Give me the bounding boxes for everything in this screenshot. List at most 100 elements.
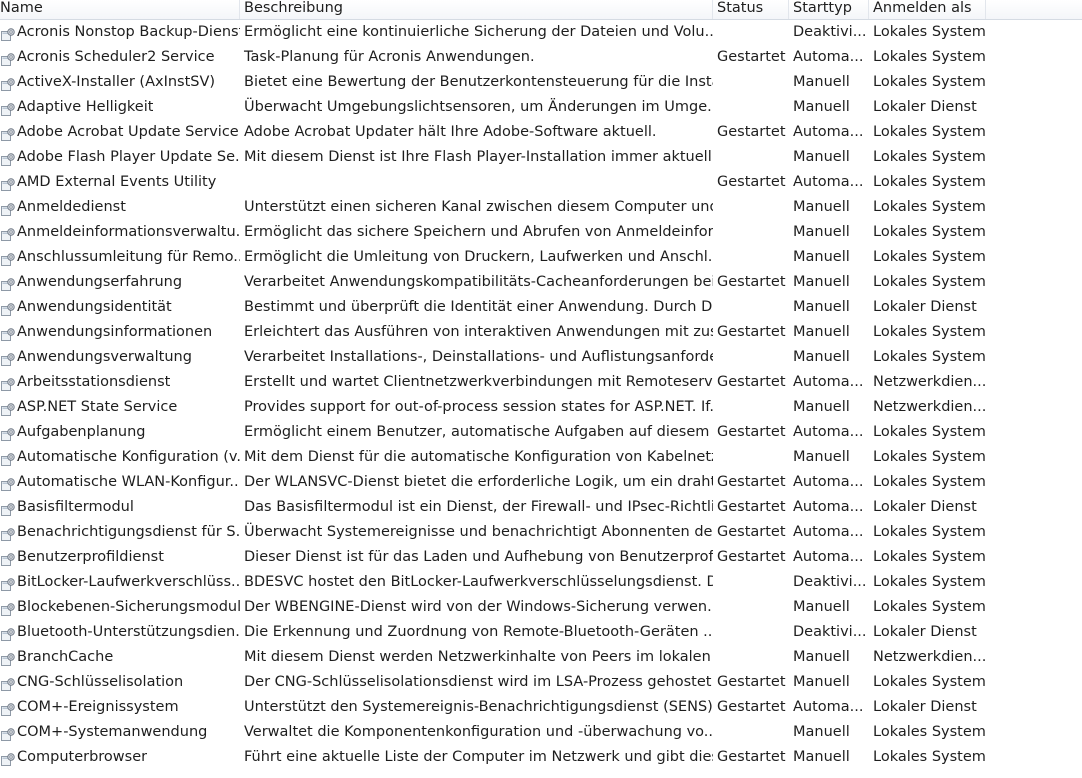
service-description: Erleichtert das Ausführen von interaktiv…	[244, 324, 713, 340]
service-name: Arbeitsstationsdienst	[17, 374, 171, 390]
service-name: Bluetooth-Unterstützungsdien...	[17, 624, 240, 640]
service-status	[713, 395, 789, 420]
table-row[interactable]: Anwendungserfahrung Verarbeitet Anwendung…	[0, 270, 1082, 295]
service-status	[713, 595, 789, 620]
service-startup-type: Manuell	[793, 149, 850, 165]
table-row[interactable]: ASP.NET State Service Provides support fo…	[0, 395, 1082, 420]
table-row[interactable]: Anmeldedienst Unterstützt einen sicheren …	[0, 195, 1082, 220]
table-row[interactable]: Anschlussumleitung für Remo... Ermöglicht…	[0, 245, 1082, 270]
service-log-on-as: Lokales System	[873, 274, 986, 290]
column-header-status[interactable]: Status	[713, 0, 789, 19]
service-status: Gestartet	[717, 549, 786, 565]
service-startup-type: Manuell	[793, 749, 850, 765]
service-description: Mit dem Dienst für die automatische Konf…	[244, 449, 713, 465]
table-row[interactable]: Computerbrowser Führt eine aktuelle Liste…	[0, 745, 1082, 770]
table-row[interactable]: Automatische Konfiguration (v... Mit dem …	[0, 445, 1082, 470]
service-rows: Acronis Nonstop Backup-Dienst Ermöglicht …	[0, 20, 1082, 770]
table-row[interactable]: ActiveX-Installer (AxInstSV) Bietet eine …	[0, 70, 1082, 95]
table-row[interactable]: Arbeitsstationsdienst Erstellt und wartet…	[0, 370, 1082, 395]
service-name: Adobe Acrobat Update Service	[17, 124, 239, 140]
table-row[interactable]: Aufgabenplanung Ermöglicht einem Benutzer…	[0, 420, 1082, 445]
service-description: Das Basisfiltermodul ist ein Dienst, der…	[244, 499, 713, 515]
service-name-cell: ActiveX-Installer (AxInstSV)	[0, 70, 240, 95]
service-log-on-as: Lokales System	[873, 674, 986, 690]
column-header-startup-type[interactable]: Starttyp	[789, 0, 869, 19]
table-row[interactable]: Automatische WLAN-Konfigur... Der WLANSVC…	[0, 470, 1082, 495]
table-row[interactable]: AMD External Events Utility Gestartet Auto…	[0, 170, 1082, 195]
service-name-cell: CNG-Schlüsselisolation	[0, 670, 240, 695]
service-description: Unterstützt den Systemereignis-Benachric…	[244, 699, 713, 715]
service-status: Gestartet	[717, 174, 786, 190]
service-name: Benachrichtigungsdienst für S...	[17, 524, 240, 540]
table-row[interactable]: Anwendungsinformationen Erleichtert das A…	[0, 320, 1082, 345]
service-gear-icon	[1, 226, 15, 241]
service-name-cell: Aufgabenplanung	[0, 420, 240, 445]
table-row[interactable]: Adaptive Helligkeit Überwacht Umgebungsli…	[0, 95, 1082, 120]
service-name-cell: Adobe Acrobat Update Service	[0, 120, 240, 145]
service-log-on-as: Lokales System	[873, 574, 986, 590]
table-row[interactable]: Acronis Nonstop Backup-Dienst Ermöglicht …	[0, 20, 1082, 45]
table-row[interactable]: Benachrichtigungsdienst für S... Überwach…	[0, 520, 1082, 545]
service-name: Aufgabenplanung	[17, 424, 146, 440]
service-name-cell: BranchCache	[0, 645, 240, 670]
table-row[interactable]: BranchCache Mit diesem Dienst werden Netz…	[0, 645, 1082, 670]
service-description: Mit diesem Dienst werden Netzwerkinhalte…	[244, 649, 713, 665]
service-gear-icon	[1, 476, 15, 491]
table-row[interactable]: Anmeldeinformationsverwaltu... Ermöglicht…	[0, 220, 1082, 245]
column-header-log-on-as[interactable]: Anmelden als	[869, 0, 986, 19]
column-header-name[interactable]: Name	[0, 0, 240, 19]
service-name-cell: Anwendungsverwaltung	[0, 345, 240, 370]
service-name: Blockebenen-Sicherungsmodul	[17, 599, 240, 615]
service-startup-type: Automa...	[793, 174, 864, 190]
table-row[interactable]: BitLocker-Laufwerkverschlüss... BDESVC ho…	[0, 570, 1082, 595]
service-status: Gestartet	[717, 749, 786, 765]
table-row[interactable]: Adobe Acrobat Update Service Adobe Acroba…	[0, 120, 1082, 145]
table-row[interactable]: Acronis Scheduler2 Service Task-Planung f…	[0, 45, 1082, 70]
service-gear-icon	[1, 326, 15, 341]
service-status	[713, 295, 789, 320]
service-startup-type: Automa...	[793, 424, 864, 440]
service-description: Verarbeitet Anwendungskompatibilitäts-Ca…	[244, 274, 713, 290]
table-row[interactable]: Benutzerprofildienst Dieser Dienst ist fü…	[0, 545, 1082, 570]
service-name: Anmeldeinformationsverwaltu...	[17, 224, 240, 240]
service-name-cell: Anwendungserfahrung	[0, 270, 240, 295]
table-row[interactable]: COM+-Systemanwendung Verwaltet die Kompon…	[0, 720, 1082, 745]
table-row[interactable]: Anwendungsidentität Bestimmt und überprüf…	[0, 295, 1082, 320]
table-row[interactable]: Basisfiltermodul Das Basisfiltermodul ist…	[0, 495, 1082, 520]
table-row[interactable]: Blockebenen-Sicherungsmodul Der WBENGINE-…	[0, 595, 1082, 620]
service-status: Gestartet	[717, 274, 786, 290]
service-name-cell: Automatische WLAN-Konfigur...	[0, 470, 240, 495]
table-row[interactable]: Anwendungsverwaltung Verarbeitet Installa…	[0, 345, 1082, 370]
service-status: Gestartet	[717, 374, 786, 390]
column-header-description[interactable]: Beschreibung	[240, 0, 713, 19]
service-name: COM+-Systemanwendung	[17, 724, 208, 740]
table-row[interactable]: COM+-Ereignissystem Unterstützt den Syste…	[0, 695, 1082, 720]
service-description: Ermöglicht die Umleitung von Druckern, L…	[244, 249, 713, 265]
table-row[interactable]: CNG-Schlüsselisolation Der CNG-Schlüsseli…	[0, 670, 1082, 695]
service-status	[713, 620, 789, 645]
table-row[interactable]: Bluetooth-Unterstützungsdien... Die Erken…	[0, 620, 1082, 645]
service-log-on-as: Lokaler Dienst	[873, 499, 977, 515]
service-name-cell: Blockebenen-Sicherungsmodul	[0, 595, 240, 620]
service-status	[713, 95, 789, 120]
service-status	[713, 445, 789, 470]
service-description: Task-Planung für Acronis Anwendungen.	[244, 49, 535, 65]
service-gear-icon	[1, 301, 15, 316]
service-gear-icon	[1, 426, 15, 441]
service-name-cell: AMD External Events Utility	[0, 170, 240, 195]
service-gear-icon	[1, 151, 15, 166]
service-gear-icon	[1, 726, 15, 741]
service-startup-type: Manuell	[793, 299, 850, 315]
service-startup-type: Automa...	[793, 549, 864, 565]
service-description: Ermöglicht eine kontinuierliche Sicherun…	[244, 24, 713, 40]
service-name-cell: Automatische Konfiguration (v...	[0, 445, 240, 470]
service-description: Überwacht Umgebungslichtsensoren, um Änd…	[244, 99, 713, 115]
service-log-on-as: Netzwerkdien...	[873, 399, 986, 415]
service-status	[713, 220, 789, 245]
service-startup-type: Manuell	[793, 724, 850, 740]
service-status: Gestartet	[717, 474, 786, 490]
service-description: Ermöglicht einem Benutzer, automatische …	[244, 424, 713, 440]
table-row[interactable]: Adobe Flash Player Update Se... Mit diese…	[0, 145, 1082, 170]
service-name: Anwendungserfahrung	[17, 274, 183, 290]
service-status: Gestartet	[717, 499, 786, 515]
